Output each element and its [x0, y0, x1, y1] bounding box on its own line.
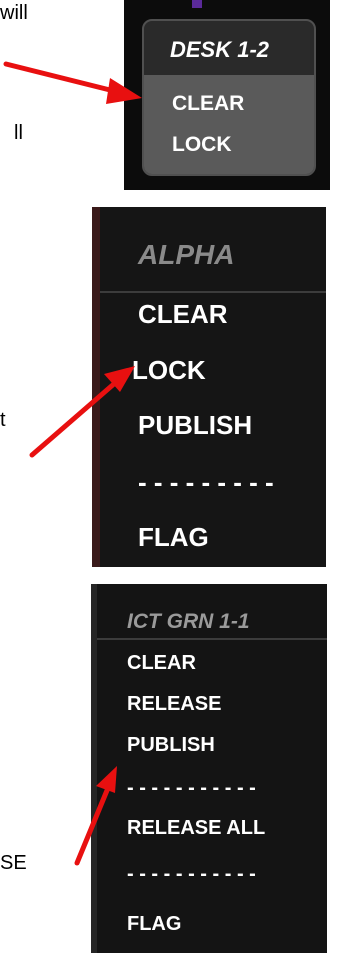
- arrow-to-lock-icon: [29, 366, 135, 458]
- arrow-to-release-icon: [74, 766, 117, 866]
- arrow-to-clear-icon: [3, 61, 142, 104]
- annotation-arrows: [3, 61, 142, 866]
